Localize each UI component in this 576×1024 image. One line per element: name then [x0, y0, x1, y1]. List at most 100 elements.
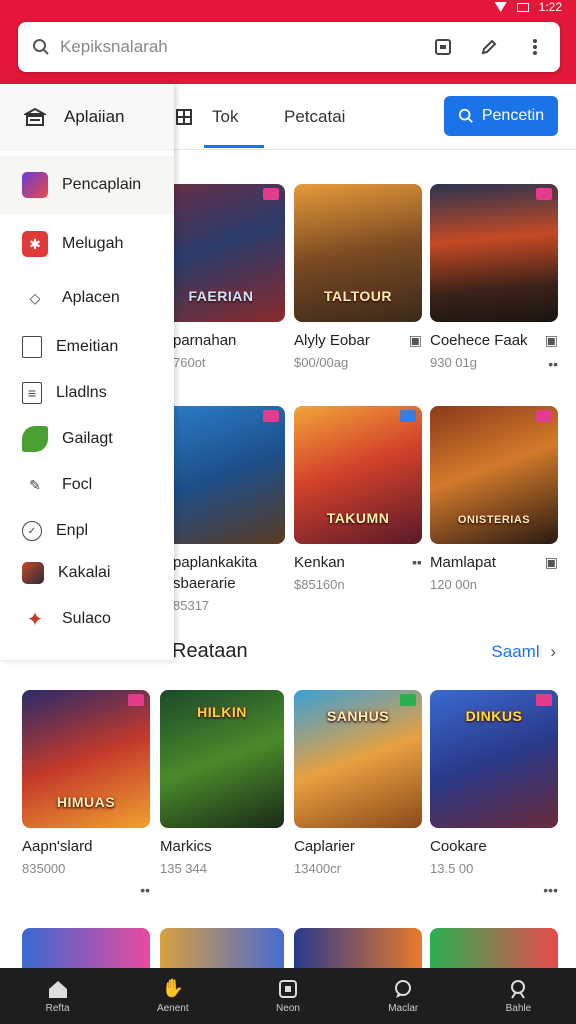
game-card[interactable] [294, 928, 422, 968]
game-meta: $00/00ag [294, 355, 349, 370]
drawer-item-gailagt[interactable]: Gailagt [0, 419, 174, 459]
nav-home[interactable]: Refta [0, 968, 115, 1024]
pencetin-button[interactable]: Pencetin [444, 96, 558, 136]
more-vertical-icon[interactable] [524, 36, 546, 58]
more-icon[interactable]: ▪▪ [412, 554, 422, 570]
home-icon [47, 979, 69, 999]
category-badge [128, 694, 144, 706]
game-thumbnail[interactable] [430, 184, 558, 322]
game-card[interactable]: ONISTERIAS Mamlapat 120 00n ▣ [430, 406, 558, 592]
search-icon [33, 39, 49, 55]
apps-icon [277, 979, 299, 999]
game-thumbnail[interactable] [160, 928, 284, 968]
game-thumbnail[interactable]: TAKUMN [294, 406, 422, 544]
nav-aenent[interactable]: ✋ Aenent [115, 968, 230, 1024]
game-thumbnail[interactable] [22, 928, 150, 968]
game-art-title: TALTOUR [323, 288, 393, 304]
drawer-item-focl[interactable]: ✎ Focl [0, 465, 174, 505]
game-meta: 760ot [173, 355, 206, 370]
drawer-item-emeitian[interactable]: Emeitian [0, 327, 174, 367]
list-icon: ≡ [22, 382, 42, 404]
game-card[interactable]: HIMUAS Aapn'slard 835000 •• [22, 690, 150, 898]
drawer-item-label: Focl [62, 476, 93, 493]
game-art-title: SANHUS [326, 708, 390, 724]
game-thumbnail[interactable] [157, 406, 285, 544]
game-app-icon [22, 172, 48, 198]
drawer-header[interactable]: Aplaiian [0, 84, 174, 150]
more-icon[interactable]: ••• [543, 882, 558, 898]
tab-grid-icon[interactable] [176, 84, 192, 150]
edit-icon[interactable] [478, 36, 500, 58]
game-name: parnahan [173, 332, 237, 349]
game-name: Mamlapat [430, 554, 496, 571]
pencil-icon: ✎ [29, 476, 41, 493]
game-card[interactable]: DINKUS Cookare 13.5 00 ••• [430, 690, 558, 898]
game-card[interactable]: paplankakita sbaerarie 85317 [157, 406, 285, 613]
nav-label: Bahle [505, 1002, 532, 1014]
game-thumbnail[interactable]: SANHUS [294, 690, 422, 828]
drawer-item-label: Lladlns [56, 384, 107, 401]
nav-maclar[interactable]: Maclar [346, 968, 461, 1024]
app-header-bar: 1:22 Kepiksnalarah [0, 0, 576, 84]
game-thumbnail[interactable] [294, 928, 422, 968]
qr-scan-icon[interactable] [432, 36, 454, 58]
game-art-title: HILKIN [197, 704, 247, 720]
game-thumbnail[interactable]: HIMUAS [22, 690, 150, 828]
more-icon[interactable]: •• [548, 356, 558, 372]
game-art-title: ONISTERIAS [457, 514, 531, 526]
star-icon: ✦ [26, 608, 44, 631]
drawer-item-aplacen[interactable]: ◇ Aplacen [0, 278, 174, 318]
game-card[interactable]: Coehece Faak 930 01g ▣ •• [430, 184, 558, 372]
category-badge [536, 188, 552, 200]
game-card[interactable] [160, 928, 284, 968]
game-meta: 835000 [22, 861, 66, 876]
game-thumbnail[interactable]: ONISTERIAS [430, 406, 558, 544]
download-icon[interactable]: ▣ [545, 554, 558, 571]
game-card[interactable]: TAKUMN Kenkan $85160n ▪▪ [294, 406, 422, 592]
nav-bahle[interactable]: Bahle [461, 968, 576, 1024]
nav-label: Maclar [388, 1002, 419, 1014]
game-card[interactable]: FAERIAN parnahan 760ot [157, 184, 285, 370]
game-card[interactable]: SANHUS Caplarier 13400cr [294, 690, 422, 876]
drawer-item-label: Enpl [56, 522, 89, 539]
game-thumbnail[interactable]: DINKUS [430, 690, 558, 828]
bottom-navigation: Refta ✋ Aenent Neon Maclar Bahle [0, 968, 576, 1024]
nav-label: Neon [276, 1002, 300, 1014]
game-card[interactable] [430, 928, 558, 968]
game-art-title: FAERIAN [188, 288, 254, 304]
game-thumbnail[interactable]: HILKIN [160, 690, 284, 828]
game-thumbnail[interactable]: TALTOUR [294, 184, 422, 322]
search-bar[interactable]: Kepiksnalarah [18, 22, 560, 72]
game-card[interactable] [22, 928, 150, 968]
game-meta: 135 344 [160, 861, 207, 876]
tab-tok[interactable]: Tok [203, 84, 266, 150]
drawer-item-melugah[interactable]: ✱ Melugah [0, 224, 174, 264]
category-badge [536, 694, 552, 706]
drawer-item-kakalai[interactable]: Kakalai [0, 553, 174, 593]
game-meta: 120 00n [430, 577, 477, 592]
more-icon[interactable]: •• [140, 882, 150, 898]
game-name-line2: sbaerarie [173, 575, 236, 592]
drawer-item-sulaco[interactable]: ✦ Sulaco [0, 599, 174, 639]
game-name: Alyly Eobar [294, 332, 370, 349]
see-all-link[interactable]: Saaml › [491, 642, 556, 662]
game-card[interactable]: TALTOUR Alyly Eobar $00/00ag ▣ [294, 184, 422, 370]
game-thumbnail[interactable]: FAERIAN [157, 184, 285, 322]
signal-icon [494, 2, 507, 12]
game-card[interactable]: HILKIN Markics 135 344 [160, 690, 284, 876]
search-icon [458, 108, 473, 123]
tab-petcatai[interactable]: Petcatai [284, 84, 345, 150]
nav-neon[interactable]: Neon [230, 968, 345, 1024]
drawer-item-enpl[interactable]: ✓ Enpl [0, 511, 174, 551]
drawer-item-lladlns[interactable]: ≡ Lladlns [0, 373, 174, 413]
search-input[interactable]: Kepiksnalarah [60, 37, 408, 57]
download-icon[interactable]: ▣ [545, 332, 558, 349]
drawer-item-pencaplain[interactable]: Pencaplain [0, 156, 174, 214]
game-art-title: HIMUAS [56, 794, 116, 810]
status-time: 1:22 [538, 0, 562, 14]
profile-icon [507, 979, 529, 999]
game-thumbnail[interactable] [430, 928, 558, 968]
download-icon[interactable]: ▣ [409, 332, 422, 349]
game-meta: 85317 [173, 598, 210, 613]
drawer-item-label: Sulaco [62, 610, 111, 627]
